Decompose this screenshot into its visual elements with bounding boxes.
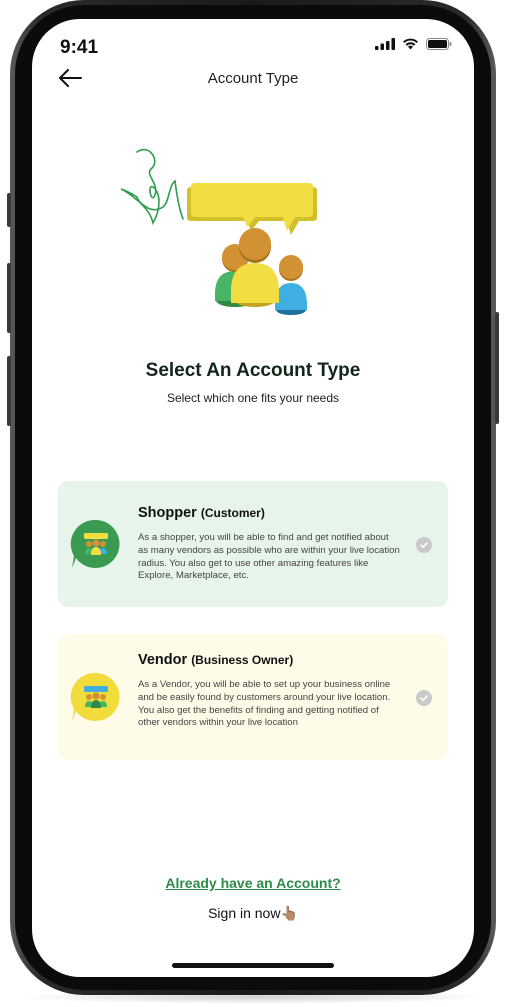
battery-icon [426, 38, 452, 50]
vendor-title-sub: (Business Owner) [191, 653, 294, 667]
already-have-account-link[interactable]: Already have an Account? [32, 875, 474, 891]
wifi-icon [403, 38, 418, 50]
shopper-option-card[interactable]: Shopper (Customer) As a shopper, you wil… [58, 481, 448, 607]
sign-in-label: Sign in now [208, 905, 281, 921]
shopper-title-main: Shopper [138, 505, 197, 521]
signal-bars-icon [375, 38, 395, 50]
section-subtitle: Select which one fits your needs [166, 391, 340, 405]
vendor-avatar-icon [70, 672, 120, 721]
people-chat-illustration [120, 148, 317, 315]
checkmark-icon [420, 695, 428, 701]
shopper-description: As a shopper, you will be able to find a… [138, 532, 400, 582]
shopper-title: Shopper (Customer) [138, 505, 265, 521]
status-time: 9:41 [60, 37, 99, 58]
power-button [495, 312, 499, 424]
vendor-check-icon[interactable] [416, 690, 432, 706]
status-icons [375, 38, 452, 50]
shopper-title-sub: (Customer) [200, 506, 265, 520]
checkmark-icon [420, 542, 428, 548]
vendor-title: Vendor (Business Owner) [138, 652, 293, 668]
shopper-check-icon[interactable] [416, 537, 432, 553]
volume-down-button [7, 356, 11, 426]
vendor-description: As a Vendor, you will be able to set up … [138, 679, 391, 729]
pointing-hand-icon: 👆🏽 [280, 905, 298, 921]
page-title: Account Type [207, 70, 299, 87]
volume-up-button [7, 263, 11, 333]
app-screen: 9:41 Account Type Select An Account Type… [32, 19, 474, 977]
home-indicator [172, 963, 334, 968]
sign-in-link[interactable]: Sign in now👆🏽 [32, 905, 474, 922]
shopper-avatar-icon [70, 519, 120, 568]
section-title: Select An Account Type [145, 360, 361, 381]
vendor-option-card[interactable]: Vendor (Business Owner) As a Vendor, you… [58, 634, 448, 760]
silent-switch [7, 193, 11, 227]
vendor-title-main: Vendor [138, 652, 188, 668]
